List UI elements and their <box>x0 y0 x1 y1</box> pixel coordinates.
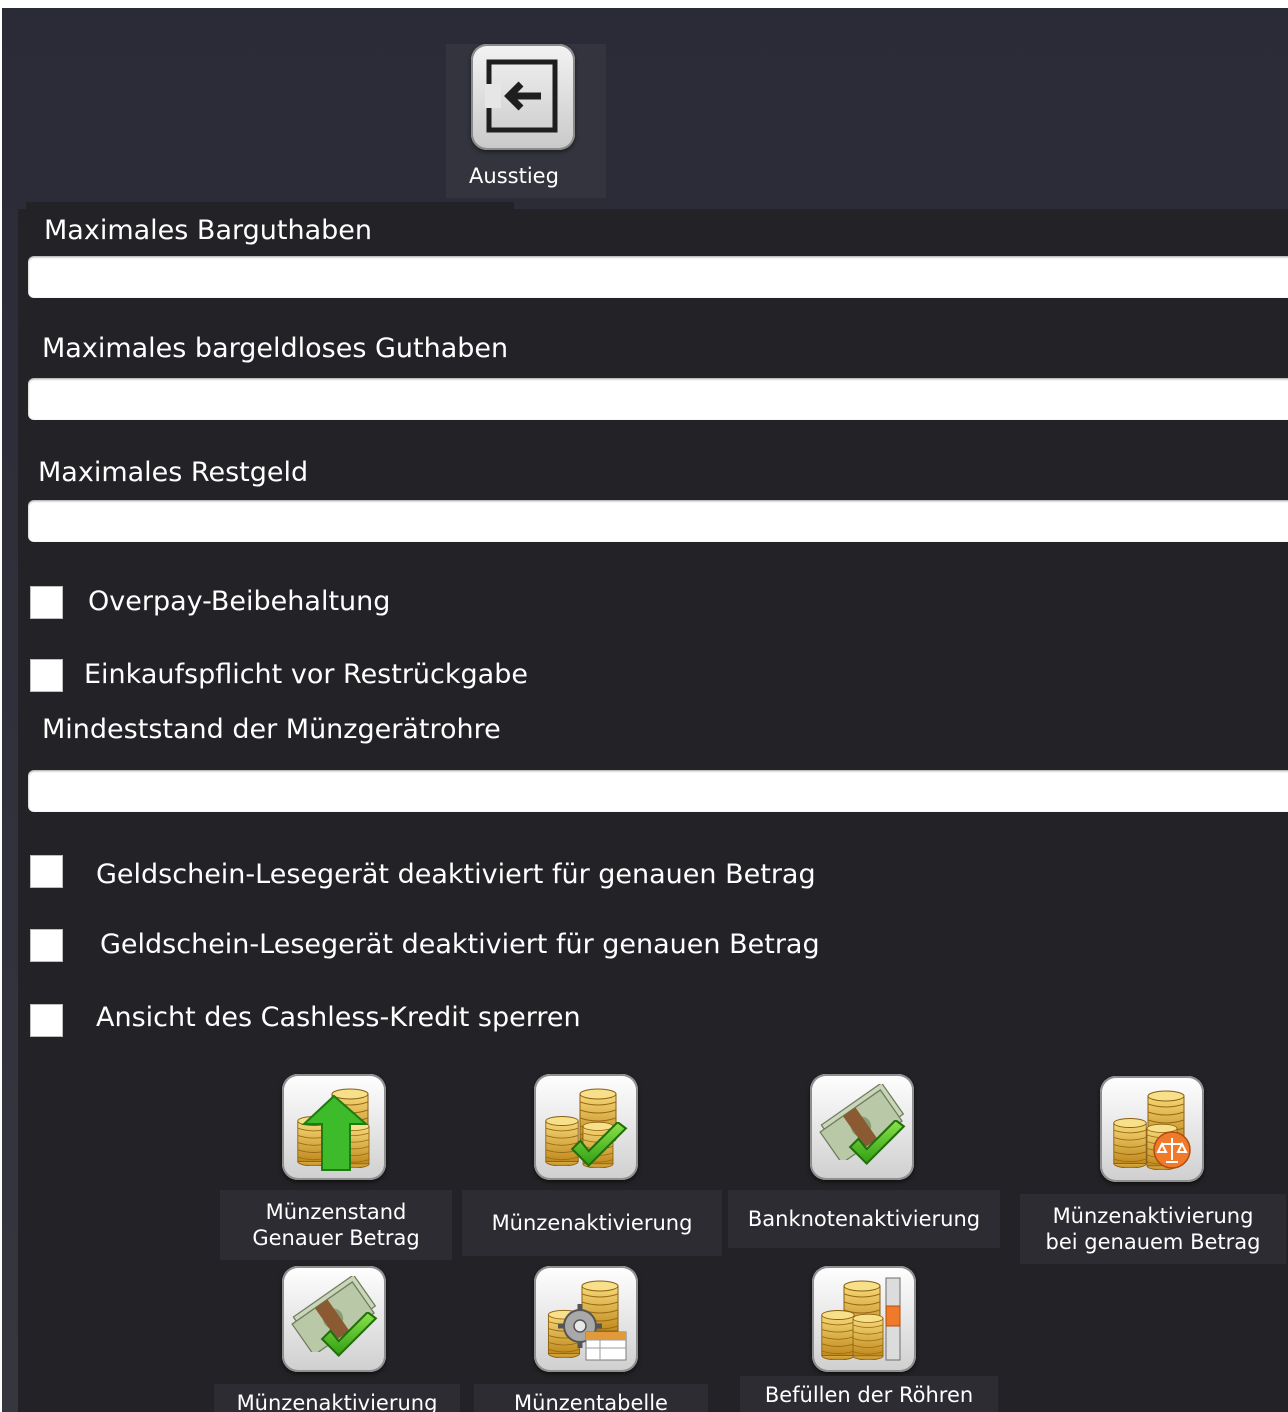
fill-tubes-tile[interactable]: Befüllen der Röhren <box>740 1266 998 1412</box>
coins-tube-icon <box>812 1266 916 1372</box>
bill-reader-exact-1-label: Geldschein-Lesegerät deaktiviert für gen… <box>78 847 948 903</box>
max-cash-credit-input[interactable] <box>28 256 1288 298</box>
purchase-before-change-checkbox[interactable] <box>30 659 63 692</box>
max-cashless-credit-input[interactable] <box>28 378 1288 420</box>
app-window: Ausstieg Maximales Barguthaben Maximales… <box>2 8 1288 1412</box>
max-cash-credit-label: Maximales Barguthaben <box>26 202 514 256</box>
fill-tubes-label: Befüllen der Röhren <box>740 1376 998 1412</box>
overpay-retention-label: Overpay-Beibehaltung <box>70 576 590 628</box>
exit-button[interactable]: Ausstieg <box>446 44 606 198</box>
coin-activation-label: Münzenaktivierung <box>462 1190 722 1256</box>
coin-activation-exact-tile[interactable]: Münzenaktivierung bei genauem Betrag <box>1020 1076 1286 1264</box>
coin-level-exact-tile[interactable]: Münzenstand Genauer Betrag <box>220 1074 452 1260</box>
coin-activation-tile[interactable]: Münzenaktivierung <box>462 1074 722 1260</box>
purchase-before-change-label: Einkaufspflicht vor Restrückgabe <box>66 649 576 691</box>
max-change-input[interactable] <box>28 500 1288 542</box>
coin-activation-2-tile[interactable]: Münzenaktivierung <box>214 1266 460 1412</box>
coin-activation-exact-label: Münzenaktivierung bei genauem Betrag <box>1020 1194 1286 1264</box>
bill-reader-exact-1-checkbox[interactable] <box>30 855 63 888</box>
banknote-activation-tile[interactable]: Banknotenaktivierung <box>728 1074 1000 1248</box>
hide-cashless-credit-label: Ansicht des Cashless-Kredit sperren <box>78 990 948 1046</box>
exit-icon <box>471 44 575 150</box>
max-change-label: Maximales Restgeld <box>20 446 558 500</box>
coins-checkmark-icon <box>534 1074 638 1180</box>
coins-gear-table-icon <box>534 1266 638 1372</box>
exit-label: Ausstieg <box>469 164 559 188</box>
banknote-checkmark-icon <box>282 1266 386 1372</box>
banknote-activation-label: Banknotenaktivierung <box>728 1190 1000 1248</box>
coins-scale-icon <box>1100 1076 1204 1182</box>
coin-activation-2-label: Münzenaktivierung <box>214 1384 460 1412</box>
min-coin-tube-level-label: Mindeststand der Münzgerätrohre <box>24 703 622 757</box>
bill-reader-exact-2-checkbox[interactable] <box>30 929 63 962</box>
hide-cashless-credit-checkbox[interactable] <box>30 1004 63 1037</box>
coin-level-exact-label: Münzenstand Genauer Betrag <box>220 1190 452 1260</box>
coins-arrow-up-icon <box>282 1074 386 1180</box>
coin-table-tile[interactable]: Münzentabelle <box>474 1266 708 1412</box>
banknote-checkmark-icon <box>810 1074 914 1180</box>
min-coin-tube-level-input[interactable] <box>28 770 1288 812</box>
coin-table-label: Münzentabelle <box>474 1384 708 1412</box>
max-cashless-credit-label: Maximales bargeldloses Guthaben <box>24 321 524 377</box>
overpay-retention-checkbox[interactable] <box>30 586 63 619</box>
bill-reader-exact-2-label: Geldschein-Lesegerät deaktiviert für gen… <box>82 917 952 973</box>
